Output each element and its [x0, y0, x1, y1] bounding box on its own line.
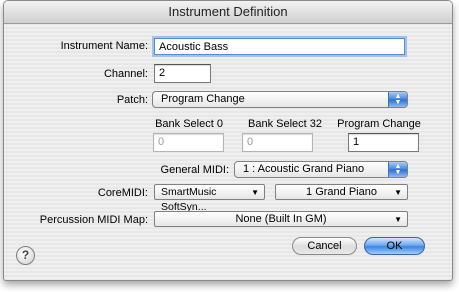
- coremidi-instrument-value: 1 Grand Piano: [306, 186, 377, 198]
- percussion-midi-map-popup[interactable]: None (Built In GM) ▼: [154, 211, 408, 227]
- up-down-arrows-icon: ▲ ▼: [388, 92, 407, 107]
- patch-popup[interactable]: Program Change ▲ ▼: [152, 91, 408, 108]
- patch-popup-value: Program Change: [161, 93, 245, 105]
- bank-select-32-field: 0: [242, 133, 313, 152]
- patch-label: Patch:: [116, 94, 148, 106]
- cancel-button[interactable]: Cancel: [292, 237, 357, 255]
- coremidi-label: CoreMIDI:: [97, 187, 148, 199]
- up-down-arrows-icon: ▲ ▼: [388, 162, 407, 177]
- chevron-down-icon: ▼: [394, 215, 402, 224]
- program-change-field[interactable]: 1: [348, 133, 419, 152]
- percussion-midi-map-label: Percussion MIDI Map:: [39, 214, 148, 226]
- general-midi-popup-value: 1 : Acoustic Grand Piano: [243, 163, 365, 175]
- percussion-midi-map-value: None (Built In GM): [235, 213, 327, 225]
- dialog-title: Instrument Definition: [4, 1, 452, 24]
- bank-select-0-field: 0: [153, 133, 224, 152]
- coremidi-device-popup[interactable]: SmartMusic SoftSyn... ▼: [154, 184, 265, 213]
- chevron-down-icon: ▼: [251, 188, 259, 197]
- program-change-label: Program Change: [337, 118, 421, 130]
- bank-select-32-label: Bank Select 32: [248, 118, 322, 130]
- instrument-name-label: Instrument Name:: [60, 40, 148, 52]
- general-midi-label: General MIDI:: [160, 164, 229, 176]
- chevron-down-icon: ▼: [394, 188, 402, 197]
- bank-select-0-label: Bank Select 0: [155, 118, 223, 130]
- help-button[interactable]: ?: [16, 246, 35, 265]
- instrument-name-field[interactable]: Acoustic Bass: [154, 38, 405, 55]
- channel-label: Channel:: [103, 68, 148, 80]
- channel-field[interactable]: 2: [154, 64, 211, 83]
- coremidi-device-value: SmartMusic SoftSyn...: [161, 186, 217, 213]
- coremidi-instrument-popup[interactable]: 1 Grand Piano ▼: [275, 184, 408, 200]
- instrument-definition-dialog: Instrument Definition Instrument Name: A…: [3, 0, 453, 281]
- ok-button[interactable]: OK: [364, 237, 425, 255]
- general-midi-popup[interactable]: 1 : Acoustic Grand Piano ▲ ▼: [234, 161, 408, 178]
